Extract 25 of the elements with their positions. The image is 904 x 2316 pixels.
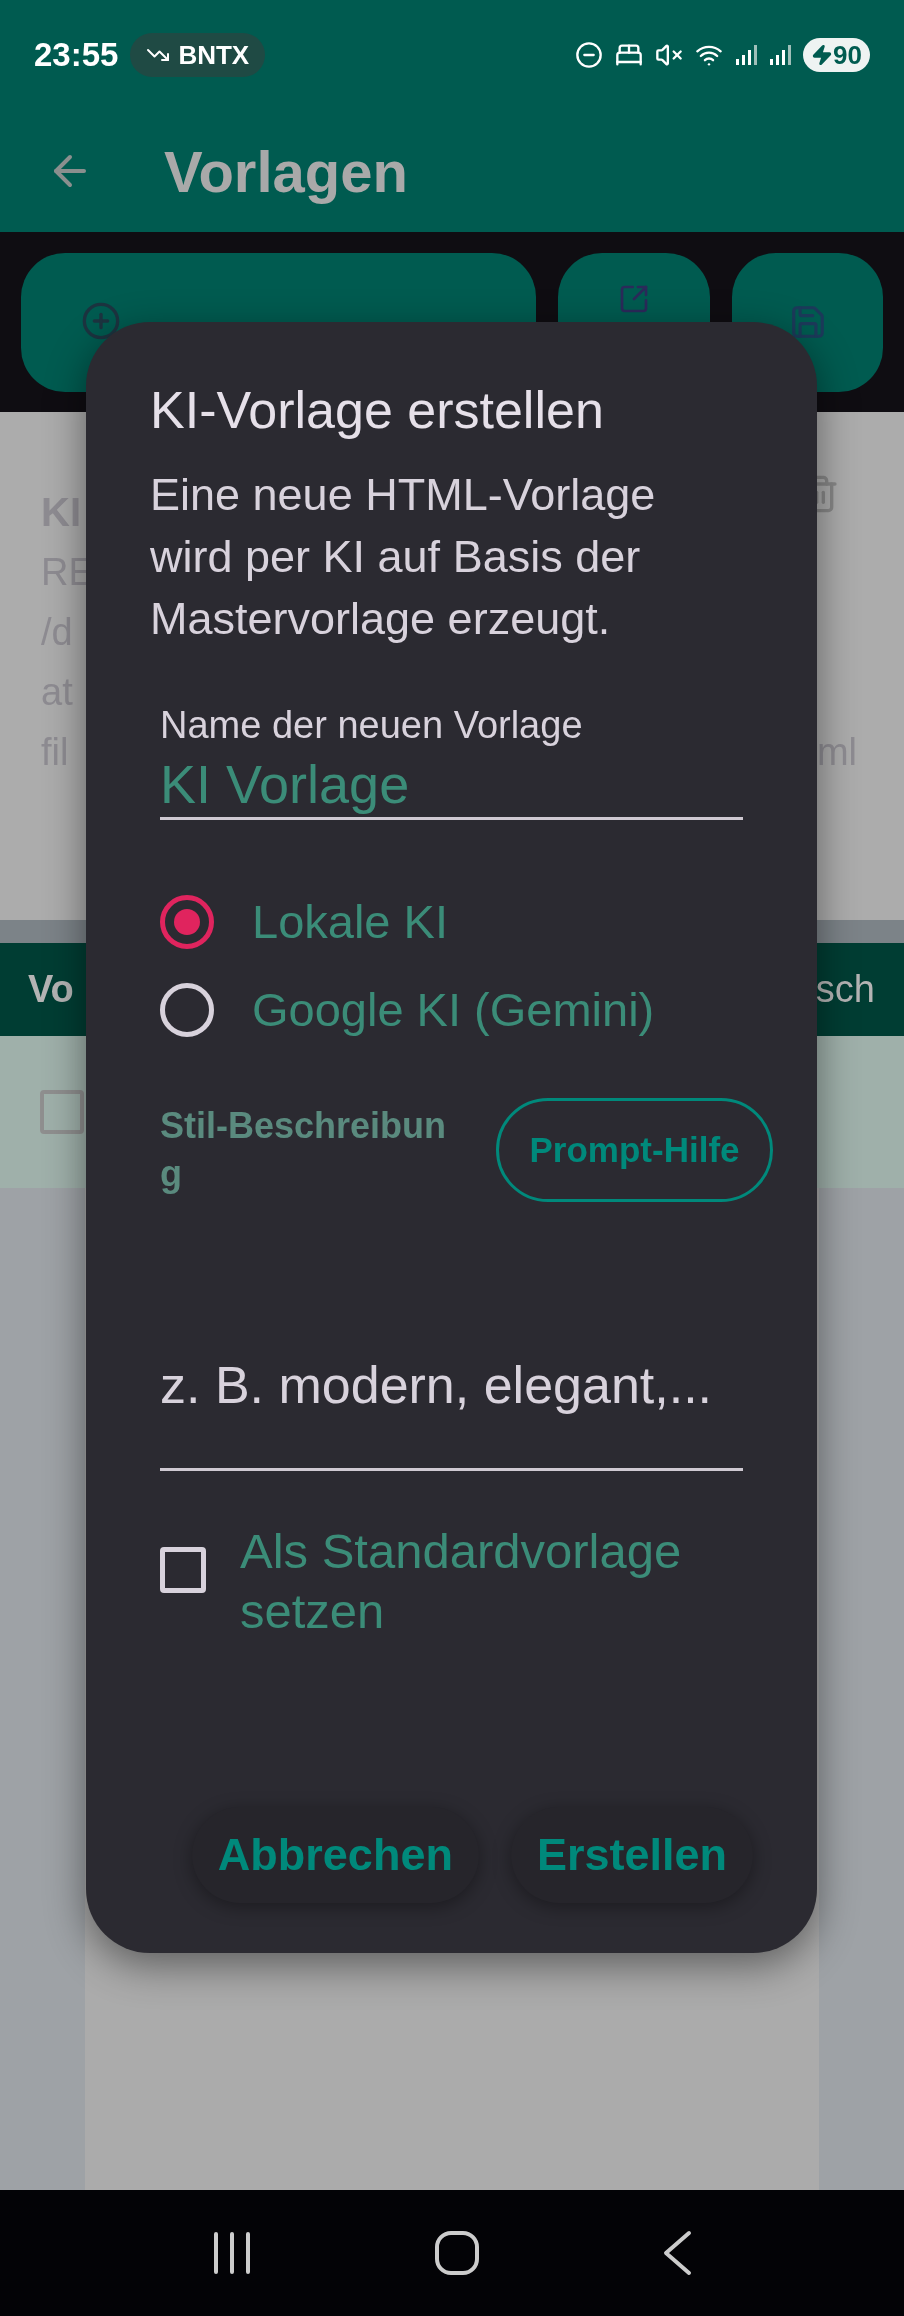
clock: 23:55 (34, 35, 119, 76)
battery-indicator: 90 (803, 38, 870, 72)
dialog-action-button[interactable]: Erstellen (510, 1807, 753, 1903)
style-field[interactable]: z. B. modern, elegant,... (160, 1352, 743, 1471)
field-label: Name der neuen Vorlage (160, 703, 583, 748)
signal-icon (735, 44, 758, 66)
ai-option-radio[interactable]: Lokale KI (160, 890, 743, 954)
ai-option-radio[interactable]: Google KI (Gemini) (160, 978, 743, 1042)
style-description-label: Stil-Beschreibung (160, 1104, 448, 1196)
signal-icon (769, 44, 792, 66)
plus-circle-icon (81, 300, 121, 341)
do-not-disturb-icon (575, 41, 604, 69)
prompt-help-button[interactable]: Prompt-Hilfe (496, 1098, 773, 1202)
ticker-chip: BNTX (130, 33, 266, 77)
column-header: Vo (28, 967, 74, 1012)
recent-apps-icon[interactable] (211, 2231, 252, 2275)
dialog-message: Eine neue HTML-Vorlage wird per KI auf Basis der Mastervorlage erzeugt. (150, 468, 657, 646)
dialog-action-button[interactable]: Abbrechen (191, 1807, 479, 1903)
name-field[interactable]: KI Vorlage (160, 750, 743, 820)
back-icon[interactable] (662, 2230, 693, 2276)
home-icon[interactable] (435, 2231, 479, 2275)
column-header: sch (815, 967, 875, 1012)
dialog-title: KI-Vorlage erstellen (150, 380, 605, 441)
app-bar-title: Vorlagen (164, 137, 408, 206)
default-template-checkbox[interactable]: Als Standardvorlage setzen (160, 1521, 743, 1641)
